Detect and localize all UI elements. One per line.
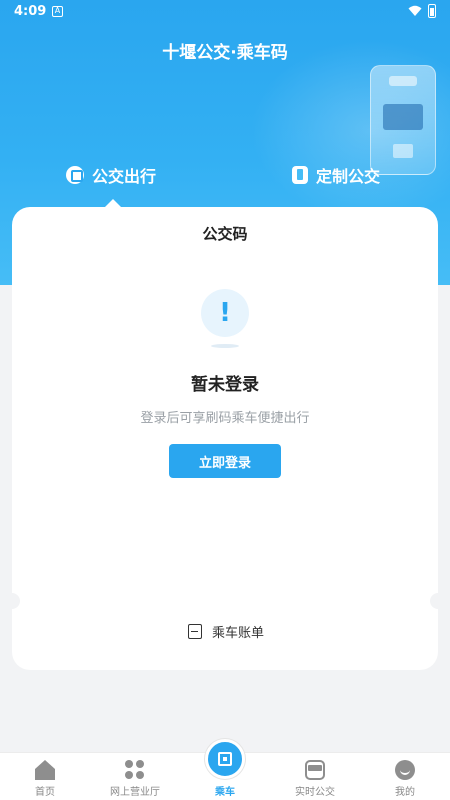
ride-bill-link[interactable]: 乘车账单	[188, 621, 264, 641]
status-time: 4:09	[14, 4, 47, 19]
qr-code-icon	[205, 739, 245, 779]
bus-circle-icon	[66, 166, 84, 184]
icon-shadow	[211, 344, 239, 348]
nav-label: 乘车	[215, 787, 235, 798]
notification-icon: A	[52, 6, 63, 17]
not-logged-in-description: 登录后可享刷码乘车便捷出行	[140, 411, 310, 426]
ride-bill-label: 乘车账单	[212, 625, 265, 641]
bus-icon	[305, 760, 325, 780]
page-title: 十堰公交·乘车码	[162, 43, 288, 63]
battery-icon	[428, 4, 436, 18]
bill-icon	[188, 623, 202, 639]
nav-realtime-bus[interactable]: 实时公交	[270, 753, 360, 800]
tab-bus-travel[interactable]: 公交出行	[66, 162, 156, 188]
bottom-nav: 首页 网上营业厅 乘车 实时公交 我的	[0, 739, 450, 800]
nav-ride[interactable]: 乘车	[180, 739, 270, 800]
status-bar: 4:09 A	[0, 0, 450, 24]
tab-custom-bus[interactable]: 定制公交	[292, 162, 380, 188]
exclamation-icon: !	[201, 289, 249, 337]
card-title: 公交码	[202, 225, 248, 243]
wifi-icon	[408, 5, 422, 16]
login-button[interactable]: 立即登录	[169, 444, 281, 478]
custom-bus-icon	[292, 166, 308, 184]
active-tab-indicator	[105, 199, 121, 207]
card-notch-left	[4, 593, 20, 609]
tab-label: 定制公交	[316, 167, 381, 186]
empty-state-illustration: !	[201, 289, 249, 353]
nav-label: 首页	[35, 787, 55, 798]
nav-label: 实时公交	[295, 787, 335, 798]
nav-home[interactable]: 首页	[0, 753, 90, 800]
tab-label: 公交出行	[92, 167, 157, 186]
chat-smile-icon	[395, 760, 415, 780]
nav-label: 网上营业厅	[110, 787, 160, 798]
card-notch-right	[430, 593, 446, 609]
bus-card-reader-illustration	[370, 65, 436, 175]
not-logged-in-title: 暂未登录	[191, 375, 259, 395]
bus-code-card: 公交码 ! 暂未登录 登录后可享刷码乘车便捷出行 立即登录 乘车账单	[4, 207, 446, 670]
grid-dots-icon	[125, 760, 145, 780]
home-icon	[35, 760, 55, 780]
nav-online-hall[interactable]: 网上营业厅	[90, 753, 180, 800]
nav-mine[interactable]: 我的	[360, 753, 450, 800]
nav-label: 我的	[395, 787, 415, 798]
